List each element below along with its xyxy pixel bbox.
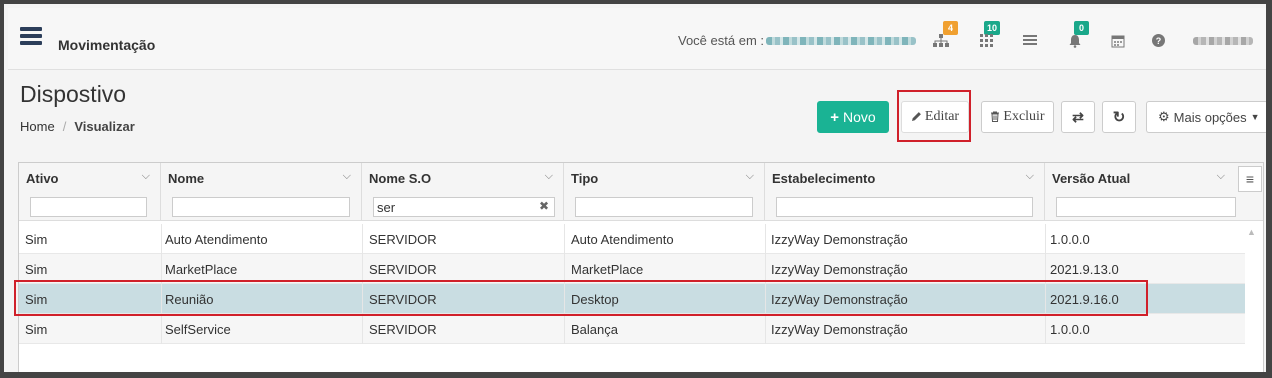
editar-highlight [897,90,971,142]
cell-versao: 2021.9.13.0 [1050,262,1119,277]
novo-button[interactable]: + Novo [817,101,889,133]
page-title: Dispostivo [20,81,127,107]
breadcrumb-separator: / [62,119,67,134]
calendar-icon[interactable] [1110,34,1126,48]
column-header-estabelecimento[interactable]: Estabelecimento ⌵ [765,163,1045,221]
cell-estabelecimento: IzzyWay Demonstração [771,262,908,277]
grid-header: Ativo⌵ Nome⌵ Nome S.O⌵ ✖ Tipo⌵ Estabelec… [19,163,1263,221]
menu-icon[interactable] [20,27,42,45]
chevron-down-icon[interactable]: ⌵ [1026,170,1034,183]
filter-ativo[interactable] [30,197,147,217]
column-header-versao-atual[interactable]: Versão Atual ⌵ [1045,163,1236,221]
mais-opcoes-dropdown[interactable]: ⚙ Mais opções ▼ [1146,101,1266,133]
cell-nome: SelfService [165,322,231,337]
chevron-down-icon[interactable]: ⌵ [142,170,150,183]
help-icon[interactable]: ? [1150,34,1166,48]
company-name-blurred[interactable] [766,37,916,45]
cell-ativo: Sim [25,232,48,247]
gear-icon: ⚙ [1158,109,1170,124]
trash-icon [990,110,1000,125]
notification-badge-bell: 0 [1074,21,1089,35]
cell-tipo: Balança [571,322,618,337]
cell-nome: MarketPlace [165,262,238,277]
refresh-icon: ↻ [1112,109,1126,126]
clear-filter-icon[interactable]: ✖ [539,199,549,213]
cell-estabelecimento: IzzyWay Demonstração [771,232,908,247]
cell-versao: 1.0.0.0 [1050,322,1090,337]
scroll-up-arrow-icon[interactable]: ▲ [1247,227,1256,237]
plus-icon: + [830,108,840,126]
chevron-down-icon[interactable]: ⌵ [746,170,754,183]
cell-ativo: Sim [25,322,48,337]
filter-tipo[interactable] [575,197,753,217]
cell-nome: Auto Atendimento [165,232,268,247]
column-header-ativo[interactable]: Ativo ⌵ [19,163,161,221]
devices-grid: Ativo⌵ Nome⌵ Nome S.O⌵ ✖ Tipo⌵ Estabelec… [18,162,1264,372]
notification-badge-orange: 4 [943,21,958,35]
cell-nome-so: SERVIDOR [369,262,437,277]
chevron-down-icon[interactable]: ⌵ [343,170,351,183]
breadcrumb-current: Visualizar [74,119,135,134]
table-row[interactable]: Sim SelfService SERVIDOR Balança IzzyWay… [19,314,1245,344]
filter-nome-so[interactable] [373,197,555,217]
excluir-button[interactable]: Excluir [981,101,1054,133]
user-name-blurred[interactable] [1193,37,1253,45]
table-row[interactable]: Sim Auto Atendimento SERVIDOR Auto Atend… [19,224,1245,254]
breadcrumb-home[interactable]: Home [20,119,55,134]
refresh-button[interactable]: ↻ [1102,101,1136,133]
filter-estabelecimento[interactable] [776,197,1033,217]
column-header-nome-so[interactable]: Nome S.O⌵ ✖ [362,163,564,221]
cell-ativo: Sim [25,262,48,277]
filter-nome[interactable] [172,197,350,217]
cell-tipo: MarketPlace [571,262,644,277]
filter-versao-atual[interactable] [1056,197,1236,217]
svg-text:?: ? [1155,36,1161,46]
cell-tipo: Auto Atendimento [571,232,674,247]
app-window: Movimentação Você está em : 4 10 0 ? Dis… [0,0,1272,378]
page-header: Dispostivo Home / Visualizar + Novo Editar … [8,71,1266,143]
caret-down-icon: ▼ [1250,112,1260,122]
app-title: Movimentação [58,37,156,53]
cell-versao: 1.0.0.0 [1050,232,1090,247]
grid-icon[interactable] [979,34,995,48]
breadcrumb: Home / Visualizar [20,119,135,134]
chevron-down-icon[interactable]: ⌵ [545,170,553,183]
selected-row-highlight [14,280,1148,316]
bell-icon[interactable] [1067,34,1083,48]
column-header-nome[interactable]: Nome ⌵ [161,163,362,221]
notification-badge-green: 10 [984,21,1001,35]
chevron-down-icon[interactable]: ⌵ [1217,170,1225,183]
sync-icon: ⇄ [1072,108,1084,125]
top-navbar: Movimentação Você está em : 4 10 0 ? [8,8,1266,70]
column-header-tipo[interactable]: Tipo ⌵ [564,163,765,221]
you-are-at-label: Você está em : [678,33,764,48]
list-icon[interactable] [1022,34,1038,48]
cell-nome-so: SERVIDOR [369,322,437,337]
sync-button[interactable]: ⇄ [1061,101,1095,133]
column-menu-icon[interactable]: ≡ [1238,166,1262,192]
cell-estabelecimento: IzzyWay Demonstração [771,322,908,337]
sitemap-icon[interactable] [933,34,949,48]
cell-nome-so: SERVIDOR [369,232,437,247]
